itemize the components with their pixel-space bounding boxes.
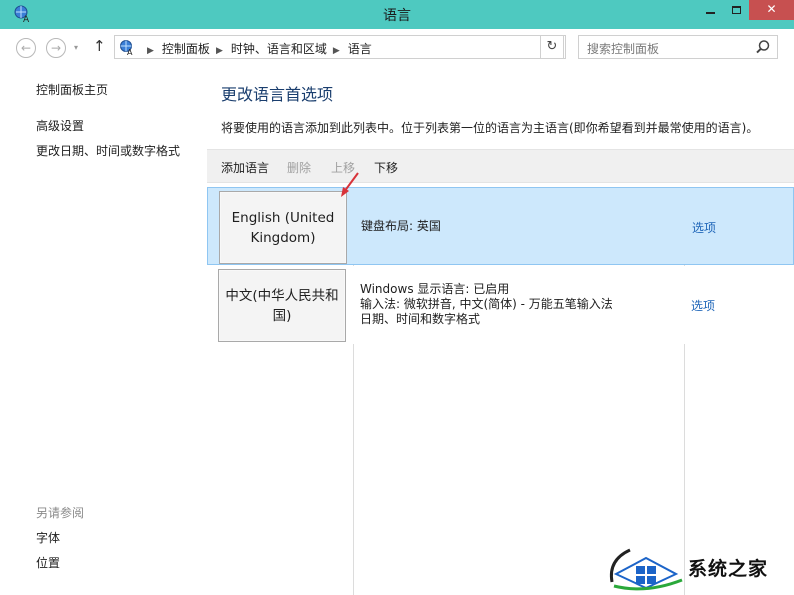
format-text: 日期、时间和数字格式 [360, 312, 481, 326]
window-title: 语言 [383, 8, 411, 24]
keyboard-layout-text: 键盘布局: 英国 [361, 219, 441, 233]
language-info: Windows 显示语言: 已启用 输入法: 微软拼音, 中文(简体) - 万能… [360, 282, 613, 327]
language-row-chinese-prc[interactable]: 中文(中华人民共和国) Windows 显示语言: 已启用 输入法: 微软拼音,… [207, 266, 794, 344]
see-also-heading: 另请参阅 [36, 506, 85, 520]
breadcrumb-separator-icon: ▶ [147, 46, 154, 56]
language-info: 键盘布局: 英国 [361, 219, 441, 234]
fonts-link[interactable]: 字体 [36, 529, 60, 546]
refresh-button[interactable]: ↻ [540, 35, 564, 59]
location-link[interactable]: 位置 [36, 554, 60, 571]
left-navigation-pane: 控制面板主页 高级设置 更改日期、时间或数字格式 另请参阅 字体 位置 [0, 67, 205, 595]
change-date-time-format-link[interactable]: 更改日期、时间或数字格式 [36, 142, 180, 159]
maximize-icon [731, 6, 741, 14]
minimize-button[interactable] [697, 0, 723, 20]
search-input[interactable]: 搜索控制面板 [578, 35, 778, 59]
breadcrumb-separator-icon: ▶ [215, 46, 223, 56]
language-row-english-uk[interactable]: English (United Kingdom) 键盘布局: 英国 选项 [207, 187, 794, 265]
back-arrow-icon: ← [20, 41, 32, 55]
address-bar[interactable]: A ▶控制面板▶时钟、语言和区域▶语言 ▾ [114, 35, 639, 59]
control-panel-icon: A [120, 40, 133, 55]
up-button[interactable]: ↑ [93, 37, 106, 55]
breadcrumb: ▶ 控制面板 ▶ 时钟、语言和区域 ▶ 语言 [141, 40, 372, 57]
forward-arrow-icon: → [50, 41, 62, 55]
language-name: English (United Kingdom) [231, 209, 335, 246]
language-tile-chinese-prc[interactable]: 中文(中华人民共和国) [218, 269, 346, 342]
breadcrumb-item-control-panel[interactable]: 控制面板 [162, 42, 210, 56]
move-down-button[interactable]: 下移 [374, 159, 398, 176]
breadcrumb-item-language[interactable]: 语言 [348, 42, 372, 56]
title-bar: A 语言 ✕ [0, 0, 794, 29]
close-button[interactable]: ✕ [749, 0, 794, 20]
options-link-chinese-prc[interactable]: 选项 [691, 297, 715, 314]
language-name: 中文(中华人民共和国) [225, 287, 339, 324]
page-description: 将要使用的语言添加到此列表中。位于列表第一位的语言为主语言(即你希望看到并最常使… [221, 121, 759, 135]
remove-language-button[interactable]: 删除 [287, 159, 311, 176]
control-panel-home-link[interactable]: 控制面板主页 [36, 81, 108, 98]
language-toolbar: 添加语言 删除 上移 下移 [207, 149, 794, 183]
page-title: 更改语言首选项 [221, 85, 334, 104]
svg-text:A: A [127, 48, 133, 55]
maximize-button[interactable] [723, 0, 749, 20]
navigation-bar: ← → ▾ ↑ A ▶控制面板▶时钟、语言和区域▶语言 ▾ ↻ 搜索控制面板 [0, 29, 794, 67]
language-tile-english-uk[interactable]: English (United Kingdom) [219, 191, 347, 264]
display-language-text: Windows 显示语言: 已启用 [360, 282, 510, 296]
breadcrumb-item-clock-language-region[interactable]: 时钟、语言和区域 [231, 42, 327, 56]
options-link-english-uk[interactable]: 选项 [692, 219, 716, 236]
forward-button[interactable]: → [46, 38, 66, 58]
back-button[interactable]: ← [16, 38, 36, 58]
watermark-text: 系统之家 [688, 558, 769, 580]
input-method-text: 输入法: 微软拼音, 中文(简体) - 万能五笔输入法 [360, 297, 613, 311]
add-language-button[interactable]: 添加语言 [221, 159, 269, 176]
annotation-arrow-icon [341, 172, 359, 197]
search-placeholder: 搜索控制面板 [587, 42, 660, 56]
breadcrumb-separator-icon: ▶ [332, 46, 340, 56]
watermark: 系统之家 [596, 540, 794, 595]
watermark-logo-icon [609, 548, 683, 591]
search-icon [756, 40, 770, 54]
refresh-icon: ↻ [546, 39, 558, 54]
advanced-settings-link[interactable]: 高级设置 [36, 117, 84, 134]
close-icon: ✕ [766, 2, 777, 16]
recent-locations-dropdown[interactable]: ▾ [74, 43, 78, 52]
minimize-icon [705, 12, 715, 14]
